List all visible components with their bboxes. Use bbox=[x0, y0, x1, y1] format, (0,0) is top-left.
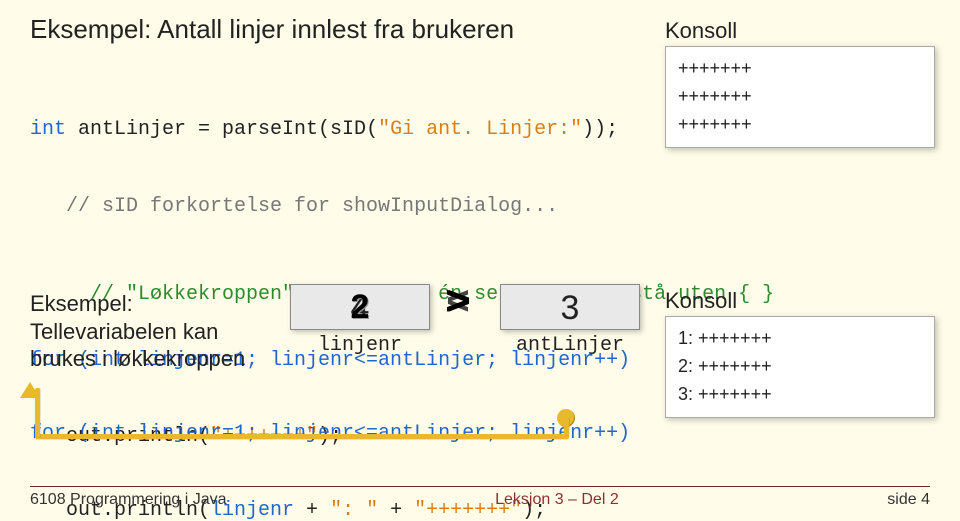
footer-right: side 4 bbox=[887, 491, 930, 509]
footer-center: Leksjon 3 – Del 2 bbox=[495, 491, 619, 509]
arrow-segment bbox=[35, 434, 569, 439]
arrow-head bbox=[20, 382, 40, 398]
diagram-overlay-value: 2 bbox=[290, 284, 430, 330]
console-line: +++++++ bbox=[678, 55, 922, 83]
str: "Gi ant. Linjer:" bbox=[378, 118, 582, 141]
diagram-cell-linjenr: 4 2 linjenr bbox=[290, 284, 430, 357]
comment: // sID forkortelse for showInputDialog..… bbox=[30, 195, 558, 218]
slide-footer: 6108 Programmering i Java Leksjon 3 – De… bbox=[30, 486, 930, 509]
diagram-op-overlay: > bbox=[446, 282, 470, 327]
subtitle-line: brukes i løkkekroppen bbox=[30, 345, 245, 373]
page-title: Eksempel: Antall linjer innlest fra bruk… bbox=[30, 14, 514, 45]
console-output-2: Konsoll 1: +++++++ 2: +++++++ 3: +++++++ bbox=[665, 288, 935, 418]
code: )); bbox=[582, 118, 618, 141]
diagram-label: antLinjer bbox=[500, 334, 640, 357]
diagram-label: linjenr bbox=[290, 334, 430, 357]
console-line: 3: +++++++ bbox=[678, 381, 922, 409]
code: antLinjer = parseInt(sID( bbox=[78, 118, 378, 141]
example-subtitle: Eksempel: Tellevariabelen kan brukes i l… bbox=[30, 290, 245, 373]
console-label: Konsoll bbox=[665, 288, 935, 314]
console-box: 1: +++++++ 2: +++++++ 3: +++++++ bbox=[665, 316, 935, 418]
diagram-box: 3 bbox=[500, 284, 640, 330]
subtitle-line: Eksempel: bbox=[30, 290, 245, 318]
diagram-box: 4 2 bbox=[290, 284, 430, 330]
console-line: 1: +++++++ bbox=[678, 325, 922, 353]
console-line: +++++++ bbox=[678, 111, 922, 139]
console-line: +++++++ bbox=[678, 83, 922, 111]
subtitle-line: Tellevariabelen kan bbox=[30, 318, 245, 346]
console-label: Konsoll bbox=[665, 18, 935, 44]
kw: int bbox=[30, 118, 78, 141]
console-line: 2: +++++++ bbox=[678, 353, 922, 381]
footer-left: 6108 Programmering i Java bbox=[30, 491, 227, 509]
console-box: +++++++ +++++++ +++++++ bbox=[665, 46, 935, 148]
console-output-1: Konsoll +++++++ +++++++ +++++++ bbox=[665, 18, 935, 148]
diagram-cell-antlinjer: 3 antLinjer bbox=[500, 284, 640, 357]
